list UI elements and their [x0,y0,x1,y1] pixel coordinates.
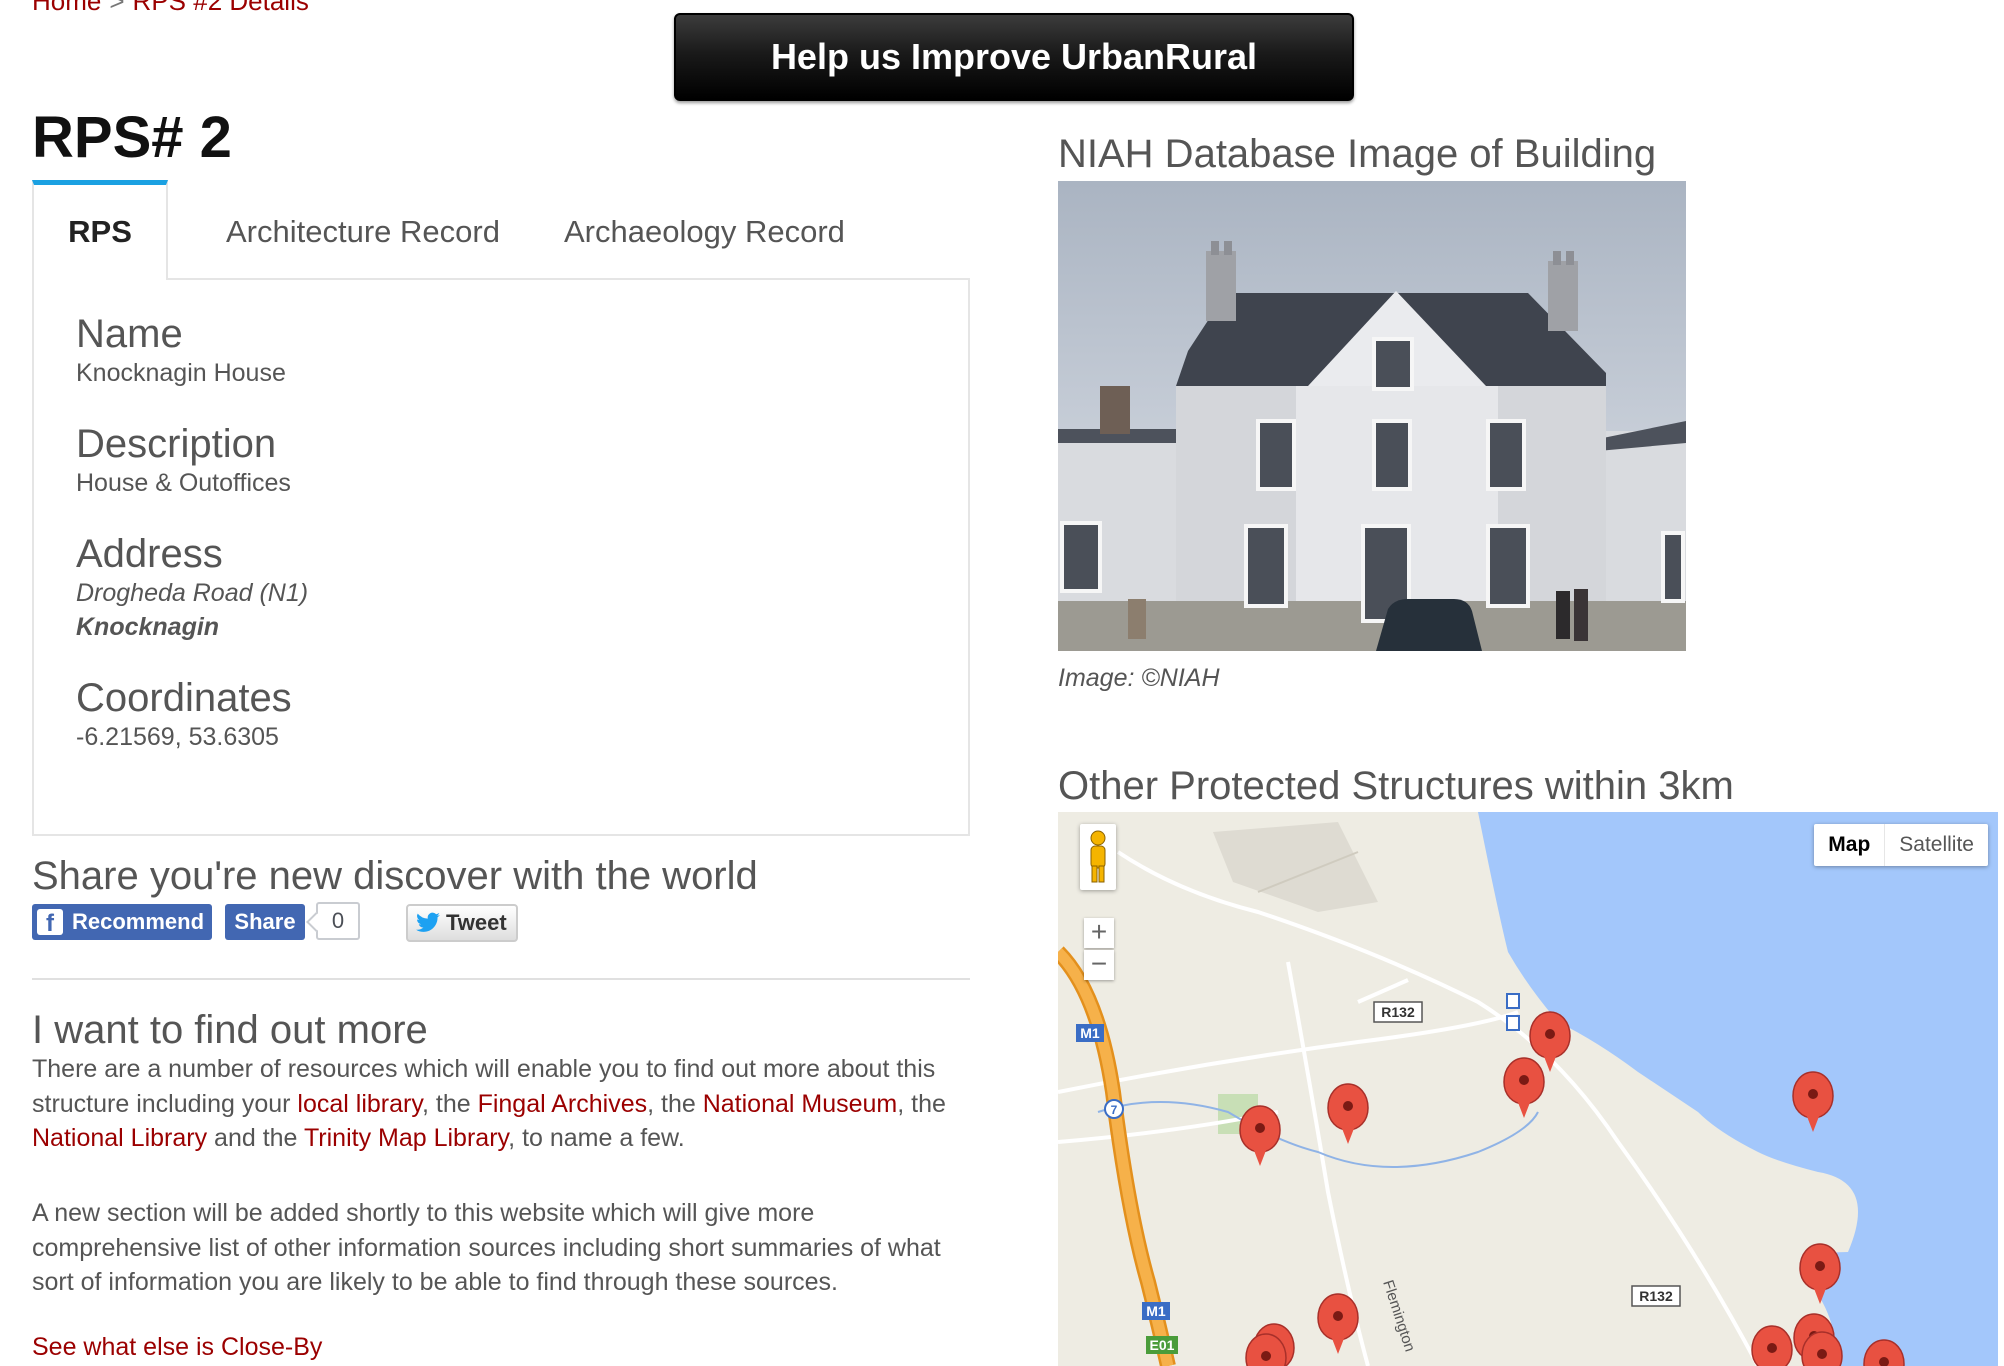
national-library-link[interactable]: National Library [32,1124,207,1152]
junction-marker: 7 [1111,1103,1118,1117]
r132-label-north: R132 [1381,1004,1415,1020]
share-count: 0 [316,902,360,940]
m1-shield-south: M1 [1146,1303,1166,1319]
facebook-recommend-button[interactable]: f Recommend [32,904,212,940]
m1-shield-north: M1 [1080,1025,1100,1041]
help-improve-button[interactable]: Help us Improve UrbanRural [674,13,1354,101]
description-value: House & Outoffices [76,469,291,497]
para-text: , the [421,1089,478,1118]
para-text: , the [897,1089,946,1118]
breadcrumb-separator: > [109,0,125,16]
tweet-label: Tweet [446,910,507,935]
address-line-1: Drogheda Road (N1) [76,579,309,607]
breadcrumb: Home > RPS #2 Details [32,0,309,17]
description-label: Description [76,422,277,466]
tab-archaeology-record[interactable]: Archaeology Record [564,180,845,280]
tweet-button[interactable]: Tweet [406,904,518,942]
zoom-out-button[interactable]: − [1084,950,1114,980]
new-section-paragraph: A new section will be added shortly to t… [32,1199,941,1296]
see-close-by-link[interactable]: See what else is Close-By [32,1333,322,1362]
local-library-link[interactable]: local library [297,1090,422,1118]
facebook-icon: f [37,909,63,937]
niah-image-title: NIAH Database Image of Building [1058,132,1657,176]
breadcrumb-current[interactable]: RPS #2 Details [133,0,309,16]
breadcrumb-home-link[interactable]: Home [32,0,101,16]
para-text: , to name a few. [508,1124,685,1152]
facebook-share-button[interactable]: Share [225,904,305,940]
coordinates-field: Coordinates -6.21569, 53.6305 [76,676,292,754]
page-title: RPS# 2 [32,105,232,170]
para-text: and the [207,1124,304,1152]
twitter-bird-icon [416,912,440,932]
e01-shield: E01 [1150,1337,1175,1353]
section-divider [32,978,970,980]
record-tabs: RPS Architecture Record Archaeology Reco… [32,180,970,280]
name-value: Knocknagin House [76,359,286,387]
street-view-pegman-icon[interactable] [1080,824,1116,890]
name-label: Name [76,312,183,356]
rps-details-panel: Name Knocknagin House Description House … [32,278,970,836]
building-photo [1058,181,1686,651]
trinity-map-library-link[interactable]: Trinity Map Library [304,1124,508,1152]
name-field: Name Knocknagin House [76,312,286,390]
nearby-structures-map[interactable]: M1 M1 E01 7 R132 R132 Flemington + − Map… [1058,812,1998,1366]
description-field: Description House & Outoffices [76,422,291,500]
para-text: , the [647,1089,703,1118]
share-title: Share you're new discover with the world [32,854,758,898]
map-type-map[interactable]: Map [1814,824,1886,866]
address-line-2: Knocknagin [76,613,220,641]
r132-label-south: R132 [1639,1288,1673,1304]
nearby-structures-title: Other Protected Structures within 3km [1058,764,1734,808]
recommend-label: Recommend [72,909,205,934]
tab-rps[interactable]: RPS [32,180,168,280]
map-type-satellite[interactable]: Satellite [1885,824,1988,866]
tab-architecture-record[interactable]: Architecture Record [226,180,500,280]
fingal-archives-link[interactable]: Fingal Archives [478,1090,648,1118]
find-out-more-title: I want to find out more [32,1008,428,1052]
image-caption: Image: ©NIAH [1058,664,1220,692]
coordinates-label: Coordinates [76,676,292,720]
resources-paragraph: There are a number of resources which wi… [32,1052,982,1156]
national-museum-link[interactable]: National Museum [703,1090,898,1118]
zoom-in-button[interactable]: + [1084,918,1114,948]
coordinates-value: -6.21569, 53.6305 [76,723,279,751]
map-type-control: Map Satellite [1814,824,1988,866]
address-label: Address [76,532,223,576]
address-field: Address Drogheda Road (N1) Knocknagin [76,532,308,644]
